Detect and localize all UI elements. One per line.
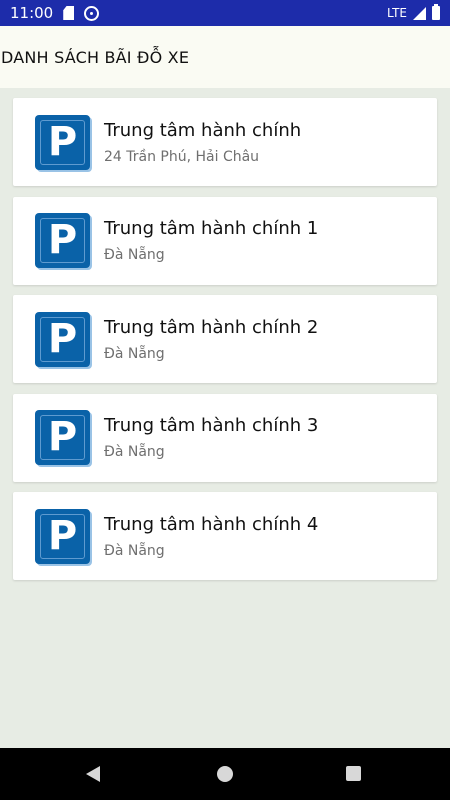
status-time: 11:00 xyxy=(10,4,54,22)
parking-icon-letter: P xyxy=(47,118,78,165)
parking-list: P Trung tâm hành chính 24 Trần Phú, Hải … xyxy=(13,98,437,591)
parking-icon: P xyxy=(35,410,90,465)
app-bar: DANH SÁCH BÃI ĐỖ XE xyxy=(0,26,450,88)
back-icon[interactable] xyxy=(86,766,100,782)
sd-card-icon xyxy=(63,6,75,20)
parking-list-item[interactable]: P Trung tâm hành chính 2 Đà Nẵng xyxy=(13,295,437,383)
status-bar: 11:00 LTE xyxy=(0,0,450,26)
parking-list-item[interactable]: P Trung tâm hành chính 4 Đà Nẵng xyxy=(13,492,437,580)
parking-address: 24 Trần Phú, Hải Châu xyxy=(104,148,260,165)
parking-name: Trung tâm hành chính 2 xyxy=(104,316,319,338)
signal-icon xyxy=(413,6,426,20)
page-title: DANH SÁCH BÃI ĐỖ XE xyxy=(1,47,190,67)
navigation-bar xyxy=(0,748,450,800)
battery-icon xyxy=(432,4,440,20)
parking-icon-letter: P xyxy=(47,414,78,460)
home-icon[interactable] xyxy=(217,766,233,782)
do-not-disturb-icon xyxy=(84,5,100,21)
parking-name: Trung tâm hành chính 1 xyxy=(104,218,319,239)
parking-name: Trung tâm hành chính 4 xyxy=(104,513,319,535)
parking-icon: P xyxy=(35,508,90,564)
parking-icon: P xyxy=(35,311,90,367)
parking-icon: P xyxy=(35,114,90,170)
parking-address: Đà Nẵng xyxy=(104,444,165,460)
parking-name: Trung tâm hành chính xyxy=(104,119,302,141)
parking-icon: P xyxy=(35,213,90,268)
parking-list-item[interactable]: P Trung tâm hành chính 1 Đà Nẵng xyxy=(13,196,437,285)
recent-apps-icon[interactable] xyxy=(346,766,361,781)
parking-icon-letter: P xyxy=(47,512,78,559)
parking-address: Đà Nẵng xyxy=(104,542,165,559)
parking-icon-letter: P xyxy=(47,315,78,362)
network-type: LTE xyxy=(387,6,407,20)
parking-address: Đà Nẵng xyxy=(104,247,165,263)
status-right: LTE xyxy=(387,4,440,20)
status-left: 11:00 xyxy=(10,4,100,22)
parking-list-item[interactable]: P Trung tâm hành chính 3 Đà Nẵng xyxy=(13,393,437,482)
parking-list-item[interactable]: P Trung tâm hành chính 24 Trần Phú, Hải … xyxy=(13,98,437,186)
parking-icon-letter: P xyxy=(47,217,78,263)
parking-name: Trung tâm hành chính 3 xyxy=(104,415,319,436)
parking-address: Đà Nẵng xyxy=(104,345,165,362)
